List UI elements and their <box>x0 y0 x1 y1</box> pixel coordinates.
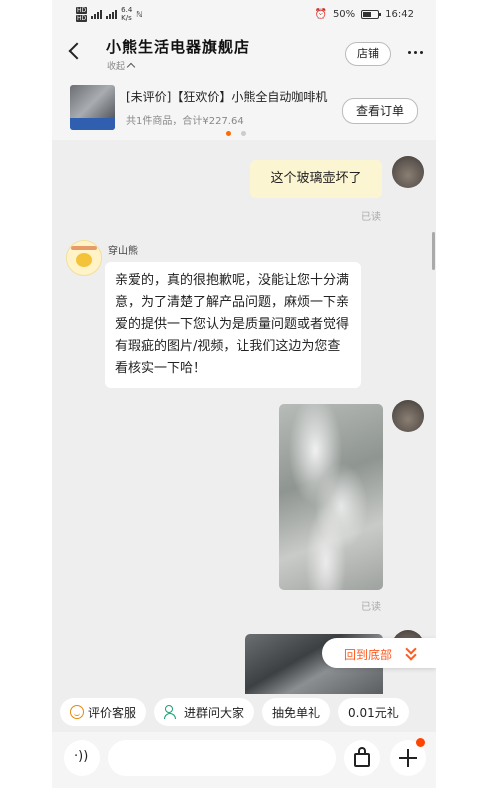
order-card[interactable]: [未评价]【狂欢价】小熊全自动咖啡机 共1件商品，合计¥227.64 查看订单 <box>52 76 436 140</box>
hd-indicator: HD HD <box>76 6 88 22</box>
message-input[interactable] <box>108 740 377 776</box>
chat-screen: HD HD 6.4 K/s ℕ ⏰ 50% 16:42 小熊生活电器旗舰店 收起… <box>52 0 436 788</box>
outgoing-message[interactable]: 这个玻璃壶坏了 <box>250 160 382 198</box>
back-to-bottom-button[interactable]: 回到底部 <box>322 638 436 668</box>
voice-icon[interactable]: ·)) <box>64 740 100 776</box>
seller-avatar[interactable] <box>66 240 102 276</box>
product-thumbnail[interactable] <box>70 85 115 130</box>
quick-reply-rate-service[interactable]: 评价客服 <box>60 698 147 726</box>
back-arrow-icon[interactable] <box>68 43 80 55</box>
store-button[interactable]: 店铺 <box>345 42 391 66</box>
collapse-toggle[interactable]: 收起 <box>107 59 136 72</box>
avatar[interactable] <box>392 156 424 188</box>
input-bar: ·)) <box>52 732 436 788</box>
carousel-dot <box>241 131 246 136</box>
read-receipt: 已读 <box>361 212 381 223</box>
order-title: [未评价]【狂欢价】小熊全自动咖啡机 <box>126 90 328 104</box>
incoming-message[interactable]: 亲爱的，真的很抱歉呢，没能让您十分满意，为了清楚了解产品问题，麻烦一下亲爱的提供… <box>105 262 361 388</box>
scrollbar[interactable] <box>432 232 435 270</box>
status-bar: HD HD 6.4 K/s ℕ ⏰ 50% 16:42 <box>52 0 436 30</box>
carousel-dots <box>226 131 246 136</box>
read-receipt: 已读 <box>361 602 381 613</box>
store-name: 小熊生活电器旗舰店 <box>106 38 251 56</box>
signal-icon-2 <box>106 9 118 19</box>
net-speed: 6.4 K/s <box>121 6 133 22</box>
people-icon <box>164 705 180 719</box>
chevron-up-icon <box>126 62 136 72</box>
notification-dot <box>416 738 425 747</box>
sent-photo[interactable] <box>279 404 383 590</box>
chat-header: 小熊生活电器旗舰店 收起 店铺 <box>52 30 436 76</box>
quick-reply-bar: 评价客服 进群问大家 抽免单礼 0.01元礼 <box>52 698 436 732</box>
quick-reply-free-order[interactable]: 抽免单礼 <box>262 698 331 726</box>
more-icon[interactable] <box>408 51 423 54</box>
smile-icon <box>70 705 84 719</box>
double-chevron-down-icon <box>404 643 417 661</box>
order-summary: 共1件商品，合计¥227.64 <box>126 116 244 127</box>
quick-reply-join-group[interactable]: 进群问大家 <box>154 698 255 726</box>
alarm-icon: ⏰ <box>314 9 327 20</box>
battery-percent: 50% <box>332 9 356 20</box>
avatar[interactable] <box>392 400 424 432</box>
view-order-button[interactable]: 查看订单 <box>342 98 418 124</box>
quick-reply-gift[interactable]: 0.01元礼 <box>338 698 409 726</box>
battery-icon <box>361 10 382 19</box>
signal-icon <box>91 9 103 19</box>
clock: 16:42 <box>385 9 414 20</box>
nfc-icon: ℕ <box>136 9 143 19</box>
shopping-bag-icon[interactable] <box>344 740 380 776</box>
seller-name: 穿山熊 <box>108 246 138 257</box>
carousel-dot <box>226 131 231 136</box>
